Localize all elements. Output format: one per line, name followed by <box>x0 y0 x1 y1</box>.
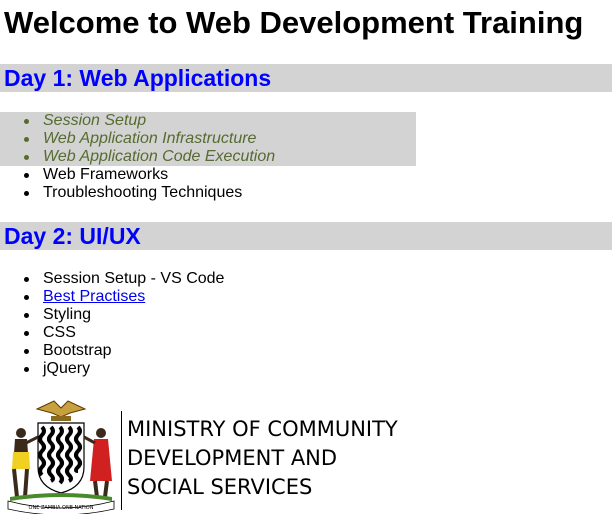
ministry-name: MINISTRY OF COMMUNITY DEVELOPMENT AND SO… <box>127 415 398 502</box>
list-item-css: CSS <box>0 324 224 342</box>
best-practises-link[interactable]: Best Practises <box>43 288 145 305</box>
list-item-web-app-infrastructure: Web Application Infrastructure <box>0 130 416 148</box>
zambia-coat-of-arms-icon: ONE ZAMBIA ONE NATION <box>7 400 115 514</box>
list-item-session-setup: Session Setup <box>0 112 416 130</box>
day2-heading: Day 2: UI/UX <box>0 222 612 250</box>
list-item-best-practises: Best Practises <box>0 288 224 306</box>
list-item-troubleshooting: Troubleshooting Techniques <box>0 184 416 202</box>
day2-list: Session Setup - VS Code Best Practises S… <box>0 270 224 378</box>
list-item-web-app-code-execution: Web Application Code Execution <box>0 148 416 166</box>
page-title: Welcome to Web Development Training <box>4 5 584 40</box>
ministry-name-line1: MINISTRY OF COMMUNITY <box>127 417 398 441</box>
ministry-name-line3: SOCIAL SERVICES <box>127 475 313 499</box>
svg-text:ONE ZAMBIA ONE NATION: ONE ZAMBIA ONE NATION <box>29 505 94 511</box>
list-item-vscode-setup: Session Setup - VS Code <box>0 270 224 288</box>
day1-list: Session Setup Web Application Infrastruc… <box>0 112 416 202</box>
list-item-styling: Styling <box>0 306 224 324</box>
list-item-jquery: jQuery <box>0 360 224 378</box>
logo-divider <box>121 411 122 510</box>
list-item-web-frameworks: Web Frameworks <box>0 166 416 184</box>
ministry-logo: ONE ZAMBIA ONE NATION MINISTRY OF COMMUN… <box>4 397 410 514</box>
list-item-bootstrap: Bootstrap <box>0 342 224 360</box>
day1-heading: Day 1: Web Applications <box>0 64 612 92</box>
ministry-name-line2: DEVELOPMENT AND <box>127 446 338 470</box>
